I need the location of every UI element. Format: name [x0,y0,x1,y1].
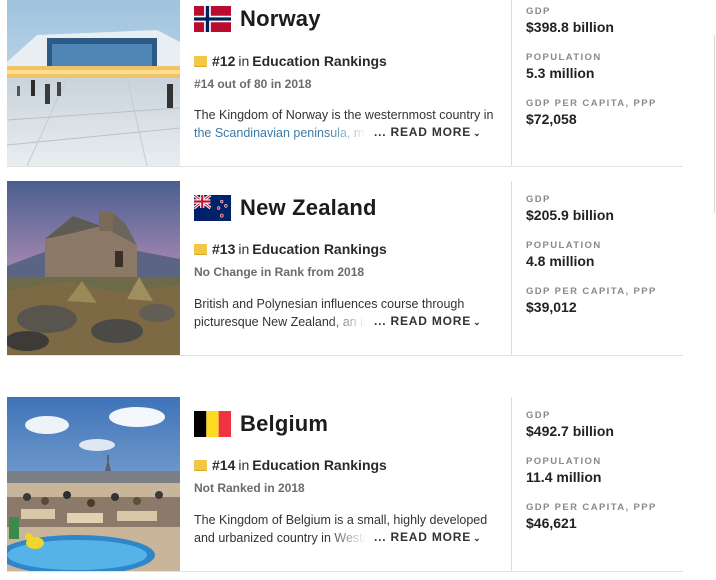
chevron-down-icon: ⌄ [473,317,482,327]
country-stats: GDP $205.9 billion POPULATION 4.8 millio… [511,181,684,355]
stat-label-gdp: GDP [526,410,551,421]
stat-label-population: POPULATION [526,240,602,251]
country-name[interactable]: Belgium [240,411,328,437]
country-description: British and Polynesian influences course… [194,296,499,331]
education-rank[interactable]: #12 in Education Rankings [194,53,387,69]
rank-number: #13 [212,241,236,257]
country-stats: GDP $492.7 billion POPULATION 11.4 milli… [511,397,684,571]
stat-value-gdp-per-capita: $72,058 [526,111,577,127]
country-title-row[interactable]: New Zealand [194,195,377,221]
stat-value-population: 11.4 million [526,469,602,485]
stat-label-population: POPULATION [526,456,602,467]
stat-value-gdp: $398.8 billion [526,19,614,35]
country-card-belgium[interactable]: Belgium #14 in Education Rankings Not Ra… [7,397,683,572]
rank-in: in [238,53,250,69]
description-line-faded: the Scandinavian peninsula, made [194,125,366,140]
country-card-norway[interactable]: Norway #12 in Education Rankings #14 out… [7,0,683,167]
norway-photo[interactable] [7,0,180,166]
description-line: The Kingdom of Norway is the westernmost… [194,108,494,122]
stat-value-gdp: $205.9 billion [526,207,614,223]
belgium-info: Belgium #14 in Education Rankings Not Ra… [180,397,511,571]
stat-value-gdp-per-capita: $39,012 [526,299,577,315]
rank-change: No Change in Rank from 2018 [194,265,365,279]
chevron-down-icon: ⌄ [473,533,482,543]
belgium-photo[interactable] [7,397,180,571]
medal-icon [194,460,207,470]
opera-house-image [7,0,180,166]
medal-icon [194,244,207,254]
description-line: British and Polynesian influences course… [194,297,465,311]
rank-number: #14 [212,457,236,473]
stat-value-population: 5.3 million [526,65,595,81]
country-stats: GDP $398.8 billion POPULATION 5.3 millio… [511,0,684,166]
country-title-row[interactable]: Belgium [194,411,328,437]
rank-in: in [238,241,250,257]
education-rank[interactable]: #13 in Education Rankings [194,241,387,257]
norway-info: Norway #12 in Education Rankings #14 out… [180,0,511,166]
new-zealand-photo[interactable] [7,181,180,355]
description-line-faded: and urbanized country in Western [194,530,366,545]
description-line-faded: picturesque New Zealand, an islan [194,314,366,329]
stat-label-population: POPULATION [526,52,602,63]
read-more-button[interactable]: ... READ MORE ⌄ [374,313,481,331]
country-name[interactable]: New Zealand [240,195,377,221]
country-card-new-zealand[interactable]: New Zealand #13 in Education Rankings No… [7,181,683,356]
stat-label-gdp: GDP [526,194,551,205]
stat-value-gdp-per-capita: $46,621 [526,515,577,531]
country-description: The Kingdom of Belgium is a small, highl… [194,512,499,547]
rank-in: in [238,457,250,473]
scandinavian-link[interactable]: the Scandinavian peninsula, [194,126,350,140]
new-zealand-flag-icon [194,195,231,221]
stat-label-gdp: GDP [526,6,551,17]
scrollbar-track[interactable] [714,35,715,213]
stat-label-gdp-per-capita: GDP PER CAPITA, PPP [526,286,657,297]
description-line: The Kingdom of Belgium is a small, highl… [194,513,488,527]
new-zealand-info: New Zealand #13 in Education Rankings No… [180,181,511,355]
country-title-row[interactable]: Norway [194,6,321,32]
rank-change: Not Ranked in 2018 [194,481,305,495]
stat-label-gdp-per-capita: GDP PER CAPITA, PPP [526,502,657,513]
rank-number: #12 [212,53,236,69]
stat-value-population: 4.8 million [526,253,595,269]
medal-icon [194,56,207,66]
country-name[interactable]: Norway [240,6,321,32]
rank-category: Education Rankings [252,241,387,257]
country-description: The Kingdom of Norway is the westernmost… [194,107,499,142]
rank-change: #14 out of 80 in 2018 [194,77,312,91]
church-image [7,181,180,355]
norway-flag-icon [194,6,231,32]
stat-value-gdp: $492.7 billion [526,423,614,439]
rank-category: Education Rankings [252,457,387,473]
stat-label-gdp-per-capita: GDP PER CAPITA, PPP [526,98,657,109]
belgium-flag-icon [194,411,231,437]
read-more-button[interactable]: ... READ MORE ⌄ [374,124,481,142]
education-rank[interactable]: #14 in Education Rankings [194,457,387,473]
city-beach-image [7,397,180,571]
rank-category: Education Rankings [252,53,387,69]
read-more-button[interactable]: ... READ MORE ⌄ [374,529,481,547]
chevron-down-icon: ⌄ [473,128,482,138]
